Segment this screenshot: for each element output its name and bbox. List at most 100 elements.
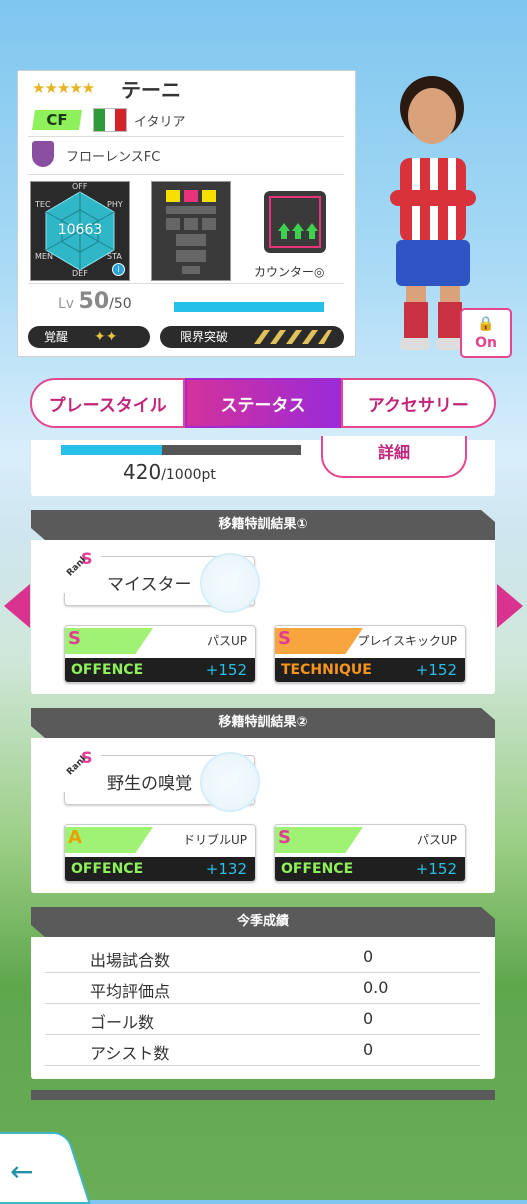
stat-value: 0 <box>363 1040 374 1059</box>
skill-card[interactable]: A ドリブルUP OFFENCE +132 <box>64 824 256 882</box>
player-name: テーニ <box>121 78 181 102</box>
rank-title-box-2: Rank S 野生の嗅覚 <box>61 748 260 812</box>
skill-type: TECHNIQUE <box>281 662 372 678</box>
skill-card[interactable]: S パスUP OFFENCE +152 <box>274 824 466 882</box>
level-bar-fill <box>174 302 324 312</box>
skill-type: OFFENCE <box>71 662 144 678</box>
skill-footer: TECHNIQUE +152 <box>275 658 465 682</box>
stat-value: 0 <box>363 947 374 966</box>
level-max: /50 <box>109 296 132 312</box>
status-radar[interactable]: OFF PHY STA DEF MEN TEC 10663 i <box>30 181 130 281</box>
tab-bar: プレースタイル ステータス アクセサリー <box>30 378 496 428</box>
skill-name: パスUP <box>416 833 457 847</box>
level-value: 50 <box>78 289 110 314</box>
skill-value: +152 <box>415 860 457 878</box>
level-prefix: Lv <box>58 296 75 312</box>
skill-value: +152 <box>205 661 247 679</box>
skill-footer: OFFENCE +152 <box>275 857 465 881</box>
rank-title-box-1: Rank S マイスター <box>61 549 260 613</box>
stat-row: 平均評価点 0.0 <box>45 973 480 1004</box>
country-label: イタリア <box>134 115 186 130</box>
stat-row: ゴール数 0 <box>45 1004 480 1035</box>
back-arrow-icon[interactable]: ← <box>10 1155 33 1188</box>
training-header-2: 移籍特訓結果② <box>31 708 495 738</box>
formation-map[interactable] <box>151 181 231 281</box>
training-title-1: マイスター <box>107 575 192 595</box>
rank-badge: Rank S <box>61 748 101 792</box>
skill-value: +152 <box>415 661 457 679</box>
level-display: Lv 50/50 <box>58 289 132 314</box>
lock-icon: 🔒 <box>477 316 495 332</box>
radar-label-def: DEF <box>72 269 88 278</box>
points-bar-fill <box>61 445 162 455</box>
points-bar <box>61 445 301 455</box>
lock-toggle[interactable]: 🔒 On <box>460 308 512 358</box>
stat-row: 出場試合数 0 <box>45 942 480 973</box>
position-badge: CF <box>32 110 82 130</box>
club-name: フローレンスFC <box>66 150 161 165</box>
player-card: ★★★★★ テーニ CF イタリア フローレンスFC OFF PHY STA D… <box>17 70 356 357</box>
skill-footer: OFFENCE +132 <box>65 857 255 881</box>
training-header-1: 移籍特訓結果① <box>31 510 495 540</box>
radar-label-men: MEN <box>35 252 53 261</box>
stat-label: アシスト数 <box>90 1044 170 1063</box>
skill-value: +132 <box>205 860 247 878</box>
radar-label-off: OFF <box>72 182 88 191</box>
tab-status[interactable]: ステータス <box>185 378 341 428</box>
awakening-label: 覚醒 <box>44 330 69 344</box>
club-crest-icon <box>32 141 54 167</box>
total-power: 10663 <box>57 222 103 238</box>
counter-arrows-icon <box>269 196 321 248</box>
soccer-ball-icon <box>200 752 260 812</box>
skill-card[interactable]: S パスUP OFFENCE +152 <box>64 625 256 683</box>
prev-player-arrow-icon[interactable] <box>4 584 30 628</box>
skill-grade: S <box>68 628 81 649</box>
radar-label-tec: TEC <box>35 200 51 209</box>
tab-accessory[interactable]: アクセサリー <box>340 378 496 428</box>
radar-label-phy: PHY <box>107 200 123 209</box>
stat-value: 0 <box>363 1009 374 1028</box>
divider <box>28 283 344 284</box>
radar-label-sta: STA <box>107 252 122 261</box>
skill-grade: S <box>278 827 291 848</box>
stat-value: 0.0 <box>363 978 389 997</box>
skill-type: OFFENCE <box>71 861 144 877</box>
skill-grade: A <box>68 827 82 848</box>
rank-letter: S <box>81 748 93 767</box>
tab-playstyle[interactable]: プレースタイル <box>30 378 186 428</box>
skill-type: OFFENCE <box>281 861 354 877</box>
tactic-label: カウンター◎ <box>254 265 325 279</box>
limit-break-pill[interactable]: 限界突破 <box>160 326 344 348</box>
divider <box>28 136 344 137</box>
skill-card[interactable]: S プレイスキックUP TECHNIQUE +152 <box>274 625 466 683</box>
rank-letter: S <box>81 549 93 568</box>
skill-footer: OFFENCE +152 <box>65 658 255 682</box>
formation-grid-icon <box>166 190 216 274</box>
season-header: 今季成績 <box>31 907 495 937</box>
points-panel: 420/1000pt 詳細 <box>31 436 495 496</box>
training-title-2: 野生の嗅覚 <box>107 774 192 794</box>
skill-name: パスUP <box>206 634 247 648</box>
points-suffix: /1000pt <box>161 467 216 483</box>
detail-button[interactable]: 詳細 <box>321 436 467 478</box>
skill-name: プレイスキックUP <box>357 634 457 648</box>
info-icon[interactable]: i <box>112 263 125 276</box>
points-current: 420 <box>123 460 162 484</box>
rank-badge: Rank S <box>61 549 101 593</box>
skill-name: ドリブルUP <box>182 833 247 847</box>
lock-state: On <box>475 335 497 351</box>
soccer-ball-icon <box>200 553 260 613</box>
stat-label: 平均評価点 <box>90 982 171 1001</box>
stat-label: ゴール数 <box>90 1013 155 1032</box>
next-player-arrow-icon[interactable] <box>497 584 523 628</box>
awakening-diamond-icon: ✦✦ <box>94 329 118 345</box>
skill-grade: S <box>278 628 291 649</box>
level-bar <box>174 302 324 312</box>
tactic-counter-icon[interactable] <box>264 191 326 253</box>
limit-break-label: 限界突破 <box>180 330 229 344</box>
italy-flag-icon <box>93 108 127 132</box>
awakening-pill[interactable]: 覚醒 ✦✦ <box>28 326 150 348</box>
divider <box>28 174 344 175</box>
rarity-stars: ★★★★★ <box>32 79 95 97</box>
limit-break-bars-icon <box>254 330 332 344</box>
